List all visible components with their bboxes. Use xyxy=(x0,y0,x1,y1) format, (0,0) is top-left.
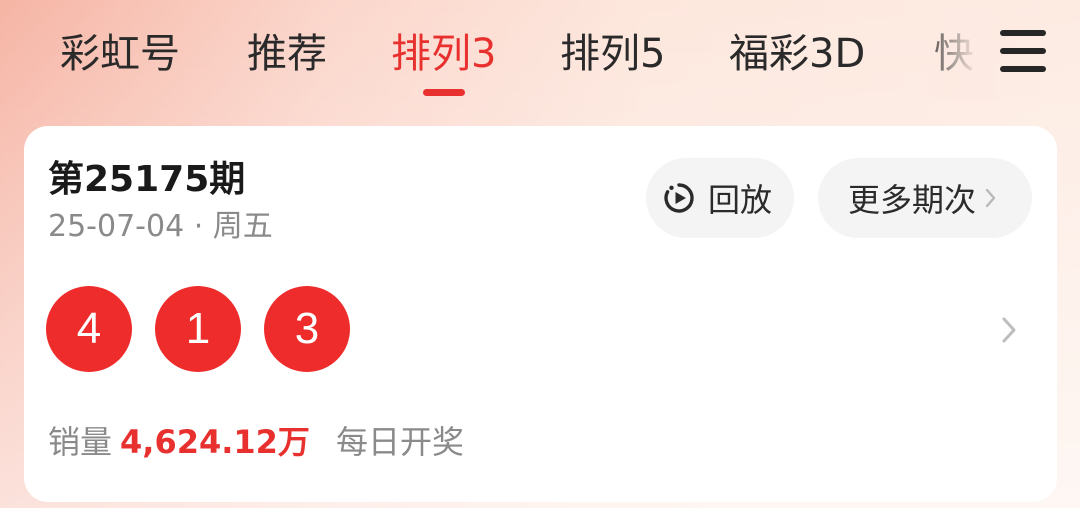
tab-pailie3[interactable]: 排列3 xyxy=(391,28,496,80)
result-ball: 4 xyxy=(46,286,132,372)
tab-tuijian[interactable]: 推荐 xyxy=(247,28,327,80)
active-tab-indicator xyxy=(423,89,465,96)
more-issues-label: 更多期次 xyxy=(848,181,977,219)
menu-line xyxy=(1000,30,1046,36)
more-issues-button[interactable]: 更多期次 xyxy=(818,158,1032,238)
sales-row: 销量 4,624.12万 每日开奖 xyxy=(48,422,464,462)
tab-pailie5[interactable]: 排列5 xyxy=(560,28,665,80)
result-ball: 1 xyxy=(155,286,241,372)
hamburger-menu-icon[interactable] xyxy=(990,22,1056,80)
draw-result-card[interactable]: 第25175期 25-07-04 · 周五 回放 更多期次 4 1 3 销量 4,… xyxy=(24,126,1057,502)
replay-button[interactable]: 回放 xyxy=(646,158,794,238)
issue-title: 第25175期 xyxy=(48,159,246,200)
chevron-right-icon[interactable] xyxy=(1000,315,1018,345)
menu-line xyxy=(1000,66,1046,72)
chevron-right-icon xyxy=(985,188,996,208)
replay-label: 回放 xyxy=(708,181,773,219)
draw-schedule: 每日开奖 xyxy=(335,423,464,461)
sales-label: 销量 xyxy=(48,423,113,461)
tab-caihonghao[interactable]: 彩虹号 xyxy=(60,28,180,80)
result-ball: 3 xyxy=(264,286,350,372)
sales-value: 4,624.12万 xyxy=(120,423,310,461)
issue-date: 25-07-04 · 周五 xyxy=(48,209,273,244)
tab-fucai3d[interactable]: 福彩3D xyxy=(729,28,865,80)
tab-scroll-fade xyxy=(915,10,995,100)
replay-play-icon xyxy=(664,183,694,213)
menu-line xyxy=(1000,48,1046,54)
lottery-tab-bar: 彩虹号 推荐 排列3 排列5 福彩3D 快 xyxy=(0,0,1080,110)
